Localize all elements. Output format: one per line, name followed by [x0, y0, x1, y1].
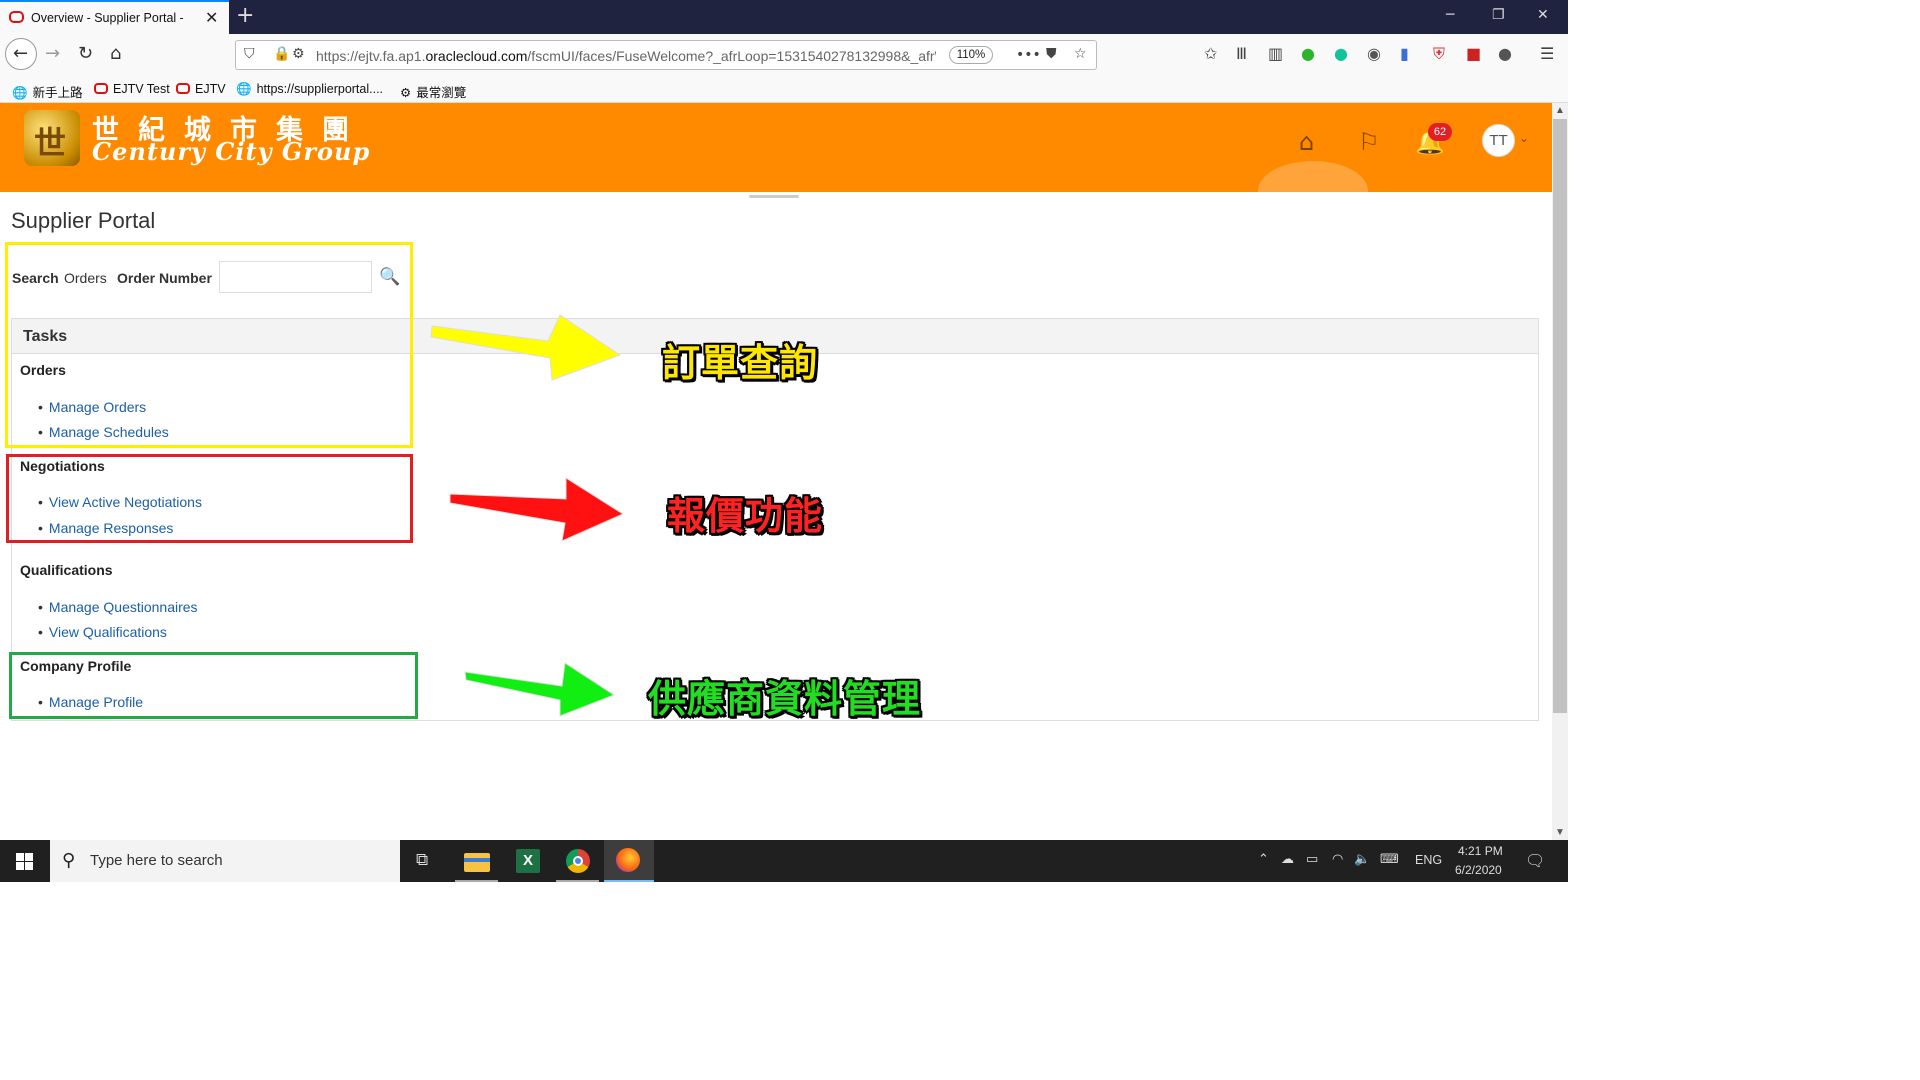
yellow-arrow-icon: [430, 314, 622, 381]
red-arrow-icon: [449, 477, 625, 542]
language-indicator[interactable]: ENG: [1415, 853, 1442, 867]
windows-taskbar: ⚲ Type here to search ⧉ X ⌃ ☁ ▭ ◠ 🔈 ⌨ EN…: [0, 840, 1568, 882]
task-view-icon[interactable]: ⧉: [416, 850, 428, 870]
onedrive-icon[interactable]: ☁: [1281, 852, 1294, 867]
clock-date[interactable]: 6/2/2020: [1455, 863, 1502, 877]
annotation-text-supplier-profile: 供應商資料管理: [648, 677, 922, 721]
green-arrow-icon: [464, 662, 616, 717]
wifi-icon[interactable]: ◠: [1332, 852, 1343, 867]
keyboard-icon[interactable]: ⌨: [1380, 852, 1399, 867]
battery-icon[interactable]: ▭: [1306, 852, 1318, 867]
running-indicator: [556, 880, 599, 882]
chevron-up-icon[interactable]: ⌃: [1258, 852, 1269, 867]
taskbar-search-placeholder: Type here to search: [90, 852, 223, 869]
chrome-icon[interactable]: [563, 846, 593, 876]
windows-logo-icon: [16, 853, 33, 870]
volume-icon[interactable]: 🔈: [1354, 852, 1370, 867]
annotation-text-quotation: 報價功能: [667, 494, 824, 538]
excel-icon[interactable]: X: [513, 846, 543, 876]
annotation-text-order-inquiry: 訂單查詢: [662, 341, 819, 385]
firefox-icon: [616, 848, 640, 872]
taskbar-active-app[interactable]: [604, 840, 654, 882]
search-icon: ⚲: [62, 850, 76, 871]
clock-time[interactable]: 4:21 PM: [1458, 844, 1503, 858]
annotation-arrows: [430, 314, 625, 717]
running-indicator: [455, 880, 498, 882]
taskbar-search-box[interactable]: ⚲ Type here to search: [50, 840, 400, 882]
file-explorer-icon[interactable]: [462, 846, 492, 876]
action-center-icon[interactable]: 🗨: [1525, 851, 1545, 870]
start-button[interactable]: [0, 840, 50, 882]
